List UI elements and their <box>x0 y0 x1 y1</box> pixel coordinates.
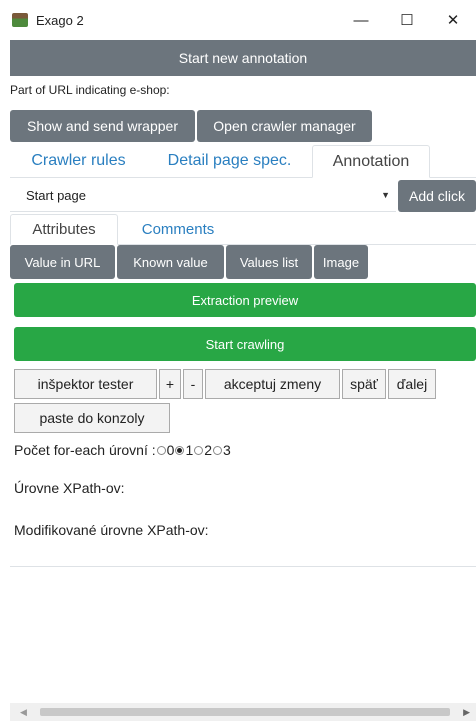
sub-tabs: Attributes Comments <box>10 214 476 245</box>
next-button[interactable]: ďalej <box>388 369 436 399</box>
foreach-option-0: 0 <box>166 442 175 458</box>
plus-button[interactable]: + <box>159 369 181 399</box>
scroll-right-icon[interactable]: ▶ <box>463 707 470 718</box>
foreach-radio-1[interactable] <box>175 445 185 455</box>
scroll-left-icon[interactable]: ◀ <box>20 707 27 718</box>
start-new-annotation-button[interactable]: Start new annotation <box>10 40 476 76</box>
tab-attributes[interactable]: Attributes <box>10 214 118 245</box>
image-button[interactable]: Image <box>314 245 368 279</box>
minus-button[interactable]: - <box>183 369 203 399</box>
page-select-row: Start page ▼ Add click <box>10 180 476 212</box>
show-send-wrapper-button[interactable]: Show and send wrapper <box>10 110 195 142</box>
xpath-levels-label: Úrovne XPath-ov: <box>14 480 125 496</box>
attribute-buttons: Value in URL Known value Values list Ima… <box>10 245 368 279</box>
wrapper-toolbar: Show and send wrapper Open crawler manag… <box>10 110 372 142</box>
foreach-radio-0[interactable] <box>156 445 166 455</box>
url-row: Part of URL indicating e-shop: <box>10 77 476 102</box>
modified-xpath-levels-label: Modifikované úrovne XPath-ov: <box>14 522 209 538</box>
horizontal-scrollbar[interactable]: ◀ ▶ <box>10 703 476 721</box>
app-icon <box>12 13 28 27</box>
main-tabs: Crawler rules Detail page spec. Annotati… <box>10 145 476 178</box>
tab-annotation[interactable]: Annotation <box>312 145 430 178</box>
values-list-button[interactable]: Values list <box>226 245 312 279</box>
url-input[interactable] <box>171 77 476 102</box>
url-field-label: Part of URL indicating e-shop: <box>10 82 170 97</box>
accept-changes-button[interactable]: akceptuj zmeny <box>205 369 340 399</box>
add-click-button[interactable]: Add click <box>398 180 476 212</box>
known-value-button[interactable]: Known value <box>117 245 224 279</box>
tab-comments[interactable]: Comments <box>118 214 238 244</box>
foreach-option-3: 3 <box>223 442 231 458</box>
scroll-thumb[interactable] <box>40 708 450 716</box>
value-in-url-button[interactable]: Value in URL <box>10 245 115 279</box>
page-select-value: Start page <box>26 188 86 203</box>
close-button[interactable]: ✕ <box>430 0 476 40</box>
paste-to-console-button[interactable]: paste do konzoly <box>14 403 170 433</box>
back-button[interactable]: späť <box>342 369 386 399</box>
maximize-button[interactable]: ☐ <box>384 0 430 40</box>
foreach-radio-2[interactable] <box>194 445 204 455</box>
paste-row: paste do konzoly <box>14 403 170 433</box>
foreach-radio-3[interactable] <box>213 445 223 455</box>
foreach-option-1: 1 <box>185 442 194 458</box>
extraction-preview-button[interactable]: Extraction preview <box>14 283 476 317</box>
open-crawler-manager-button[interactable]: Open crawler manager <box>197 110 372 142</box>
foreach-label: Počet for-each úrovní : <box>14 442 156 458</box>
foreach-levels: Počet for-each úrovní : 0 1 2 3 <box>14 440 231 460</box>
title-bar: Exago 2 — ☐ ✕ <box>0 0 476 40</box>
tab-detail-page-spec[interactable]: Detail page spec. <box>147 145 312 177</box>
start-crawling-button[interactable]: Start crawling <box>14 327 476 361</box>
inspector-toolbar: inšpektor tester + - akceptuj zmeny späť… <box>14 369 436 399</box>
divider <box>10 566 476 567</box>
app-window: Exago 2 — ☐ ✕ Start new annotation Part … <box>0 0 476 721</box>
chevron-down-icon: ▼ <box>381 190 390 200</box>
tab-crawler-rules[interactable]: Crawler rules <box>10 145 147 177</box>
page-select[interactable]: Start page ▼ <box>10 180 396 212</box>
window-title: Exago 2 <box>36 12 84 28</box>
inspector-tester-button[interactable]: inšpektor tester <box>14 369 157 399</box>
minimize-button[interactable]: — <box>338 0 384 40</box>
foreach-option-2: 2 <box>204 442 213 458</box>
